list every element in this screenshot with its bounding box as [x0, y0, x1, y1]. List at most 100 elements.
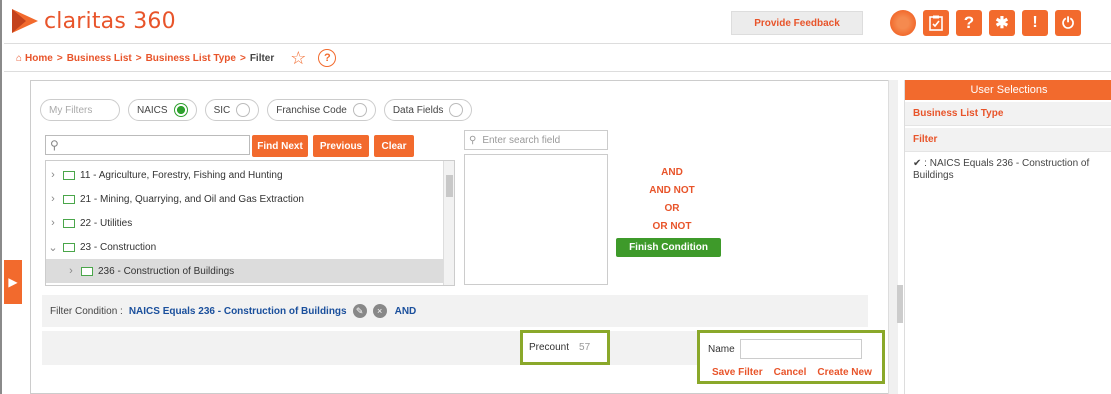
- filter-type-selector: My Filters NAICS SIC Franchise Code Data…: [40, 99, 473, 121]
- tree-row-selected[interactable]: › 236 - Construction of Buildings: [46, 259, 444, 283]
- operator-or[interactable]: OR: [632, 200, 712, 218]
- filter-type-label: Data Fields: [392, 104, 444, 116]
- field-search-input[interactable]: ⚲ Enter search field: [464, 130, 608, 150]
- section-filter[interactable]: Filter: [905, 128, 1111, 152]
- tree-row-label: 23 - Construction: [80, 241, 157, 253]
- finish-condition-button[interactable]: Finish Condition: [616, 238, 721, 257]
- folder-icon: [63, 194, 75, 204]
- app-name: claritas 360: [44, 8, 176, 34]
- operator-or-not[interactable]: OR NOT: [632, 218, 712, 236]
- home-icon[interactable]: ⌂: [16, 53, 22, 64]
- tree-row-label: 22 - Utilities: [80, 217, 133, 229]
- previous-button[interactable]: Previous: [313, 135, 369, 157]
- provide-feedback-button[interactable]: Provide Feedback: [731, 11, 863, 35]
- settings-icon[interactable]: ✱: [989, 10, 1015, 36]
- radio-icon: [352, 103, 367, 117]
- info-icon[interactable]: !: [1022, 10, 1048, 36]
- tree-row[interactable]: › 11 - Agriculture, Forestry, Fishing an…: [46, 163, 444, 187]
- search-icon: ⚲: [469, 134, 477, 146]
- chevron-right-icon[interactable]: ›: [46, 169, 60, 181]
- star-icon[interactable]: ☆: [290, 48, 306, 69]
- operator-and[interactable]: AND: [632, 164, 712, 182]
- breadcrumb: ⌂ Home > Business List > Business List T…: [16, 47, 337, 69]
- clear-button[interactable]: Clear: [374, 135, 414, 157]
- tree-search-input[interactable]: ⚲: [45, 135, 250, 155]
- my-filters-select[interactable]: My Filters: [40, 99, 120, 121]
- globe-icon[interactable]: [890, 10, 916, 36]
- tree-row[interactable]: › 21 - Mining, Quarrying, and Oil and Ga…: [46, 187, 444, 211]
- find-next-button[interactable]: Find Next: [252, 135, 308, 157]
- folder-icon: [81, 266, 93, 276]
- breadcrumb-filter: Filter: [249, 52, 275, 64]
- save-filter-link[interactable]: Save Filter: [712, 367, 763, 378]
- filter-type-label: Franchise Code: [276, 104, 347, 116]
- user-selections-title: User Selections: [905, 80, 1111, 100]
- filter-condition-value: NAICS Equals 236 - Construction of Build…: [128, 305, 347, 317]
- filter-type-data-fields[interactable]: Data Fields: [383, 99, 473, 121]
- operator-list: AND AND NOT OR OR NOT: [632, 164, 712, 236]
- chevron-down-icon[interactable]: ⌄: [46, 241, 60, 254]
- precount-value: 57: [579, 342, 591, 353]
- search-icon: ⚲: [50, 138, 59, 152]
- logo-arrow-icon: [12, 9, 38, 33]
- operator-and-not[interactable]: AND NOT: [632, 182, 712, 200]
- field-list[interactable]: [464, 154, 608, 285]
- condition-joiner: AND: [394, 305, 417, 317]
- tree-row-label: 21 - Mining, Quarrying, and Oil and Gas …: [80, 193, 304, 205]
- power-icon[interactable]: ⏻: [1055, 10, 1081, 36]
- tree-row-label: 11 - Agriculture, Forestry, Fishing and …: [80, 169, 283, 181]
- selected-filter-item: ✔ : NAICS Equals 236 - Construction of B…: [905, 152, 1111, 188]
- filter-type-sic[interactable]: SIC: [204, 99, 260, 121]
- checkmark-icon: ✔: [913, 158, 922, 169]
- breadcrumb-separator: >: [239, 52, 246, 64]
- create-new-link[interactable]: Create New: [817, 367, 871, 378]
- chevron-right-icon[interactable]: ›: [46, 193, 60, 205]
- name-label: Name: [708, 344, 735, 355]
- save-filter-actions: Save Filter Cancel Create New: [712, 367, 872, 378]
- clipboard-icon[interactable]: [923, 10, 949, 36]
- cancel-link[interactable]: Cancel: [774, 367, 807, 378]
- filter-type-naics[interactable]: NAICS: [128, 99, 197, 121]
- field-search-placeholder: Enter search field: [482, 134, 561, 146]
- filter-name-input[interactable]: [740, 339, 862, 359]
- edit-icon[interactable]: ✎: [352, 304, 367, 318]
- help-icon[interactable]: ?: [956, 10, 982, 36]
- folder-icon: [63, 170, 75, 180]
- filter-condition-label: Filter Condition :: [50, 305, 123, 317]
- breadcrumb-home[interactable]: Home: [25, 53, 53, 64]
- radio-selected-icon: [173, 103, 188, 117]
- filter-condition-bar: Filter Condition : NAICS Equals 236 - Co…: [42, 295, 868, 327]
- remove-icon[interactable]: ×: [372, 304, 387, 318]
- radio-icon: [236, 103, 251, 117]
- breadcrumb-separator: >: [135, 52, 142, 64]
- tree-row[interactable]: › 22 - Utilities: [46, 211, 444, 235]
- chevron-right-icon[interactable]: ›: [46, 217, 60, 229]
- radio-icon: [449, 103, 464, 117]
- user-selections-panel: User Selections Business List Type Filte…: [904, 80, 1111, 394]
- chevron-right-icon[interactable]: ›: [64, 265, 78, 277]
- top-header: claritas 360 Provide Feedback ? ✱ ! ⏻: [4, 0, 1111, 44]
- breadcrumb-business-list-type[interactable]: Business List Type: [146, 53, 236, 64]
- precount-label: Precount: [529, 342, 570, 353]
- selected-filter-text: : NAICS Equals 236 - Construction of Bui…: [913, 158, 1090, 181]
- folder-icon: [63, 218, 75, 228]
- header-divider: [4, 71, 1111, 72]
- app-logo[interactable]: claritas 360: [12, 8, 176, 34]
- scrollbar-thumb[interactable]: [446, 175, 453, 197]
- filter-type-franchise-code[interactable]: Franchise Code: [267, 99, 376, 121]
- breadcrumb-business-list[interactable]: Business List: [67, 53, 132, 64]
- main-scrollbar[interactable]: [888, 80, 898, 394]
- naics-tree: › 11 - Agriculture, Forestry, Fishing an…: [45, 160, 455, 286]
- precount-box: Precount 57: [520, 330, 610, 365]
- tree-row-label: 236 - Construction of Buildings: [98, 265, 235, 277]
- expand-panel-tab[interactable]: ▶: [4, 260, 22, 304]
- tree-scrollbar[interactable]: [443, 161, 454, 285]
- filter-type-label: NAICS: [137, 104, 168, 116]
- section-business-list-type[interactable]: Business List Type: [905, 102, 1111, 126]
- app-frame: claritas 360 Provide Feedback ? ✱ ! ⏻ ⌂ …: [0, 0, 1111, 394]
- filter-type-label: SIC: [213, 104, 231, 116]
- panel-resize-handle[interactable]: [897, 285, 903, 323]
- help-bubble-icon[interactable]: ?: [318, 49, 337, 67]
- folder-icon: [63, 242, 75, 252]
- tree-row[interactable]: ⌄ 23 - Construction: [46, 235, 444, 259]
